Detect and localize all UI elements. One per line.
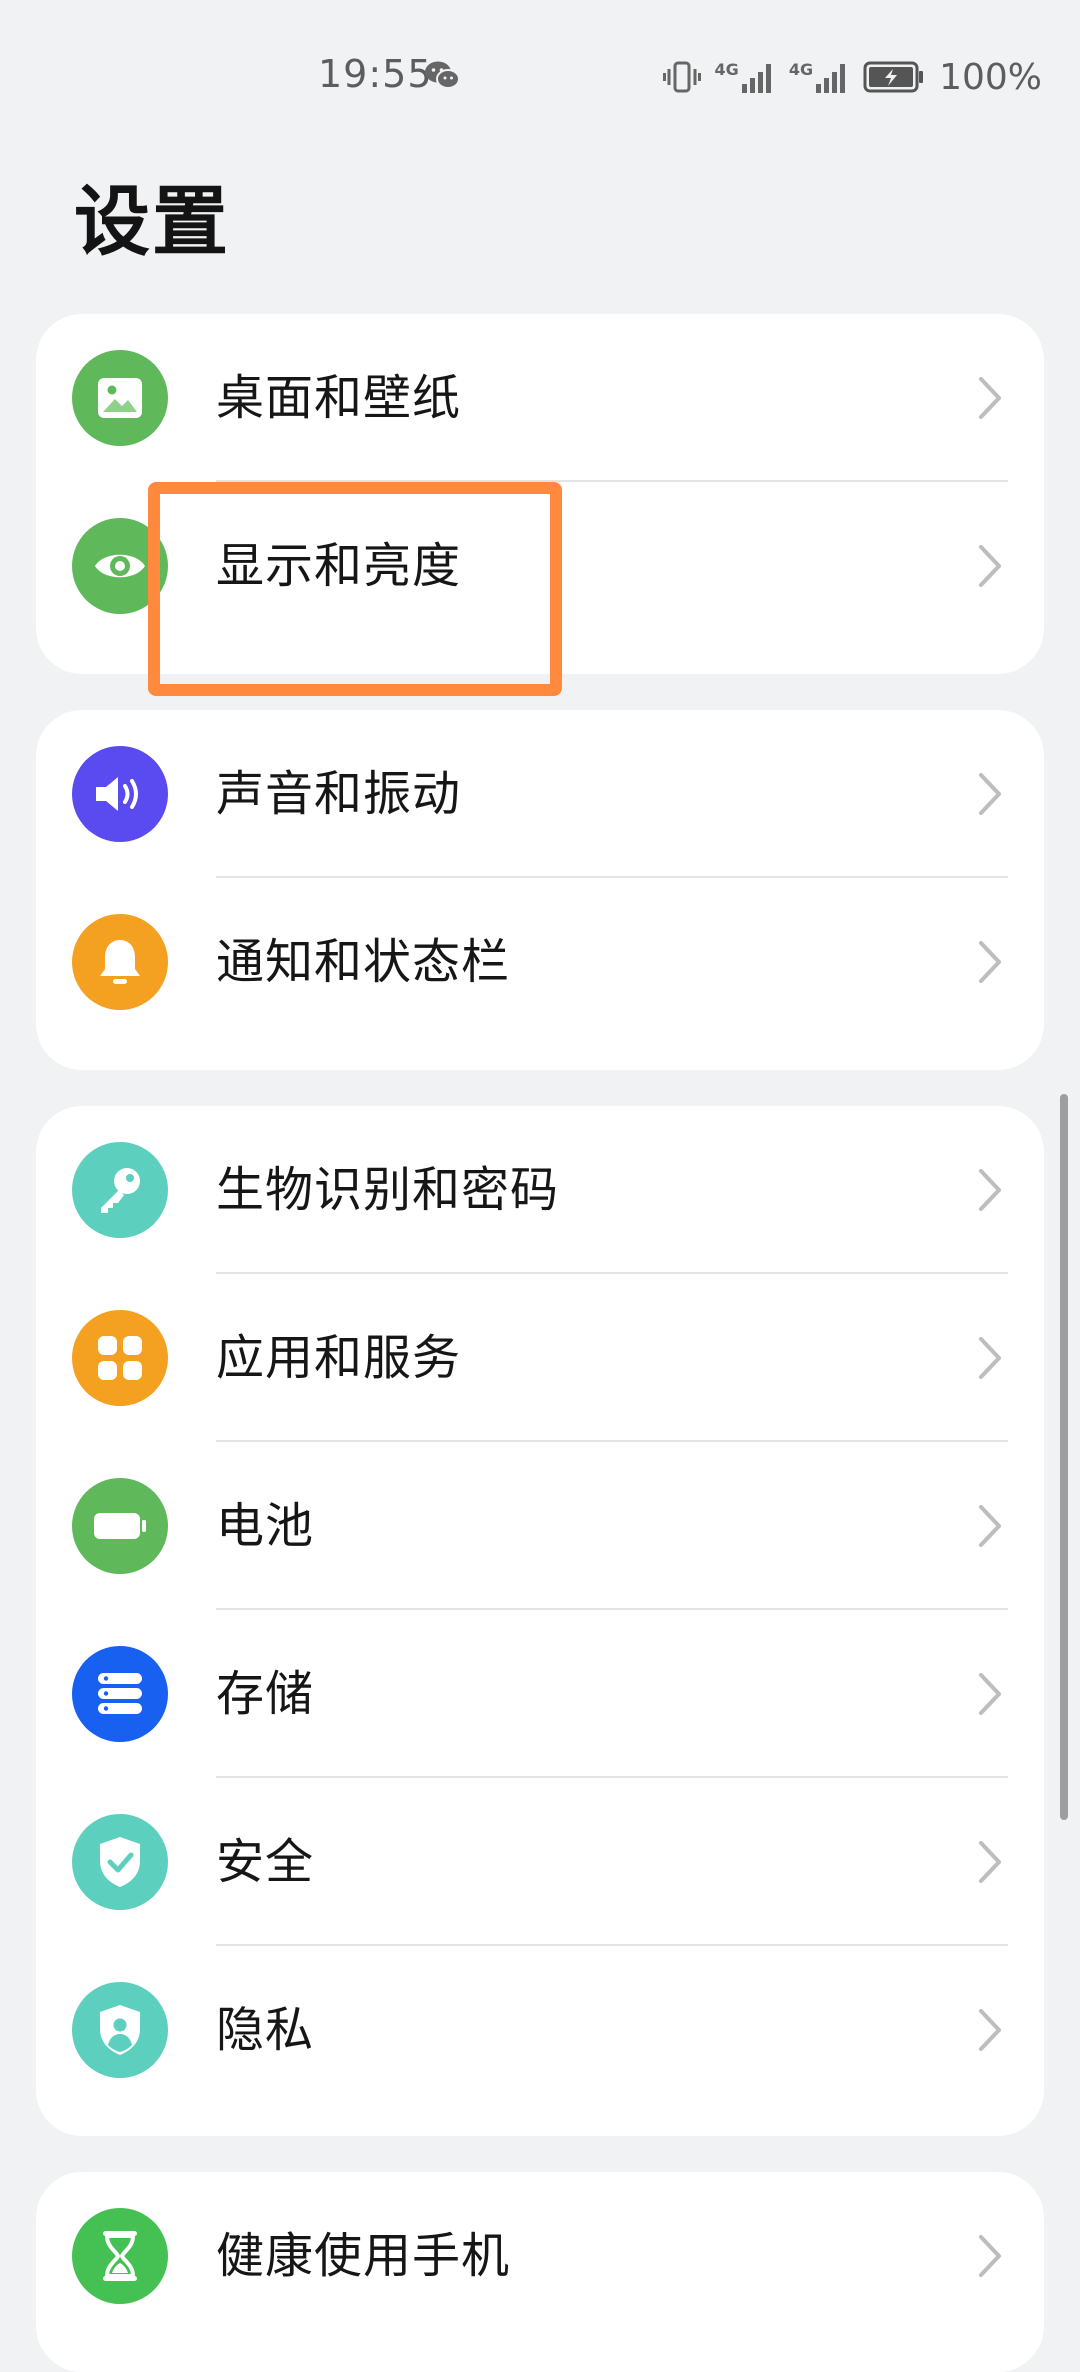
settings-item-label: 桌面和壁纸	[216, 370, 462, 426]
chevron-right-icon	[979, 1841, 1001, 1883]
settings-item-label: 生物识别和密码	[216, 1162, 560, 1218]
settings-item-biometrics-password[interactable]: 生物识别和密码	[36, 1106, 1044, 1274]
settings-item-apps-services[interactable]: 应用和服务	[36, 1274, 1044, 1442]
apps-grid-icon	[72, 1310, 168, 1406]
shield-check-icon	[72, 1814, 168, 1910]
status-time: 19:55	[318, 52, 433, 96]
settings-item-label: 通知和状态栏	[216, 934, 511, 990]
settings-group-wellbeing: 健康使用手机	[36, 2172, 1044, 2372]
settings-item-security[interactable]: 安全	[36, 1778, 1044, 1946]
settings-item-label: 安全	[216, 1834, 315, 1890]
chevron-right-icon	[979, 2235, 1001, 2277]
chevron-right-icon	[979, 941, 1001, 983]
hourglass-icon	[72, 2208, 168, 2304]
settings-item-wallpaper[interactable]: 桌面和壁纸	[36, 314, 1044, 482]
network-type-2: 4G	[788, 60, 814, 79]
page-title: 设置	[74, 177, 230, 266]
settings-item-storage[interactable]: 存储	[36, 1610, 1044, 1778]
chevron-right-icon	[979, 1673, 1001, 1715]
chevron-right-icon	[979, 1505, 1001, 1547]
settings-item-label: 健康使用手机	[216, 2228, 511, 2284]
chevron-right-icon	[979, 377, 1001, 419]
speaker-icon	[72, 746, 168, 842]
settings-group-sound-notifications: 声音和振动 通知和状态栏	[36, 710, 1044, 1070]
battery-status-icon	[863, 61, 924, 93]
bell-icon	[72, 914, 168, 1010]
privacy-shield-icon	[72, 1982, 168, 2078]
settings-item-privacy[interactable]: 隐私	[36, 1946, 1044, 2114]
settings-item-label: 电池	[216, 1498, 315, 1554]
highlight-annotation-box	[148, 482, 562, 696]
signal-bars-2-icon	[816, 64, 846, 93]
vibrate-icon	[662, 61, 701, 93]
network-type-1: 4G	[714, 60, 739, 79]
status-indicators: 4G 4G 100%	[662, 52, 1042, 102]
chevron-right-icon	[979, 1169, 1001, 1211]
signal-bars-1-icon	[741, 64, 771, 93]
battery-icon	[72, 1478, 168, 1574]
signal-1: 4G	[715, 60, 775, 94]
settings-item-notifications-statusbar[interactable]: 通知和状态栏	[36, 878, 1044, 1046]
settings-item-sound-vibration[interactable]: 声音和振动	[36, 710, 1044, 878]
scrollbar[interactable]	[1060, 1094, 1068, 1820]
settings-group-system: 生物识别和密码 应用和服务 电池 存储 安全 隐私	[36, 1106, 1044, 2136]
settings-item-label: 声音和振动	[216, 766, 462, 822]
chevron-right-icon	[979, 1337, 1001, 1379]
battery-percentage: 100%	[939, 56, 1042, 98]
settings-item-label: 应用和服务	[216, 1330, 462, 1386]
key-icon	[72, 1142, 168, 1238]
settings-item-label: 隐私	[216, 2002, 315, 2058]
wechat-notification-icon	[425, 61, 460, 89]
settings-item-battery[interactable]: 电池	[36, 1442, 1044, 1610]
settings-item-label: 存储	[216, 1666, 315, 1722]
chevron-right-icon	[979, 545, 1001, 587]
settings-item-digital-balance[interactable]: 健康使用手机	[36, 2172, 1044, 2340]
storage-icon	[72, 1646, 168, 1742]
chevron-right-icon	[979, 2009, 1001, 2051]
status-bar: 19:55 4G 4G 100%	[0, 0, 1080, 160]
wallpaper-icon	[72, 350, 168, 446]
signal-2: 4G	[789, 60, 849, 94]
chevron-right-icon	[979, 773, 1001, 815]
